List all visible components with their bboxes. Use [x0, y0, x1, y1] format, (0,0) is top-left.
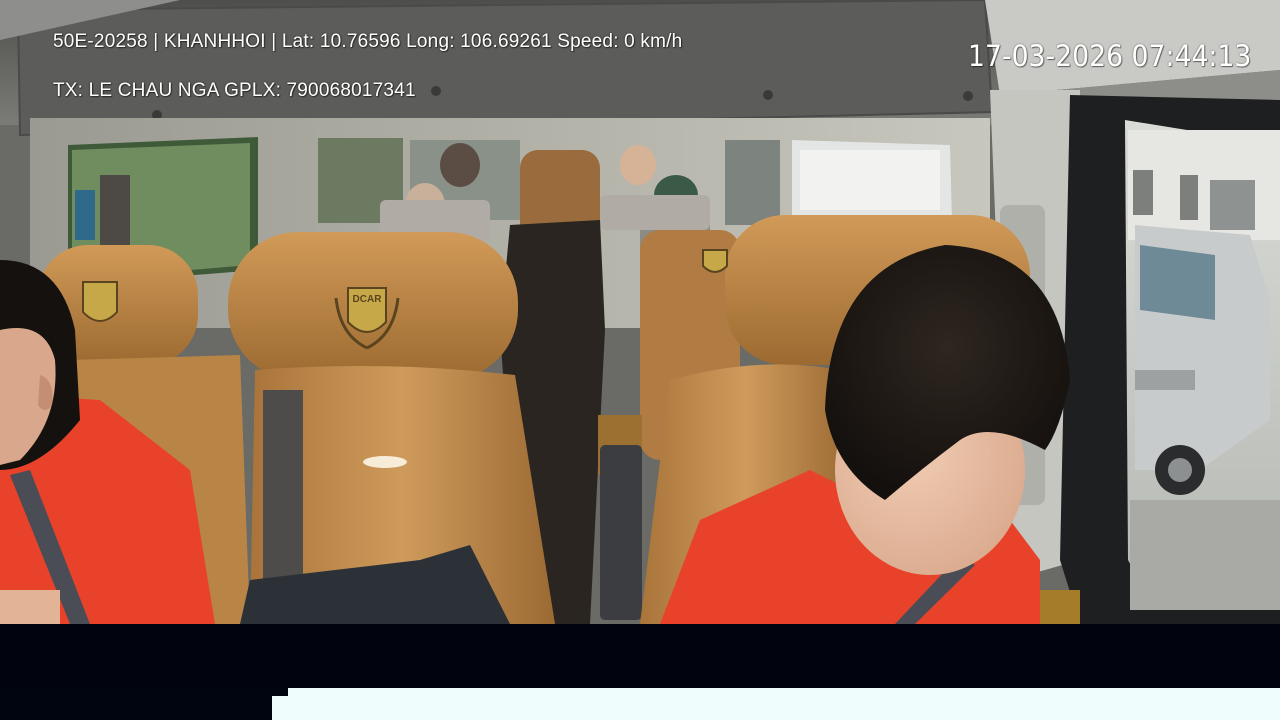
- letterbox-bar: [0, 624, 1280, 688]
- overlay-datetime: 17-03-2026 07:44:13: [968, 39, 1252, 73]
- overlay-driver-info: TX: LE CHAU NGA GPLX: 790068017341: [53, 80, 416, 101]
- dashcam-viewer: DCAR 50E-20258 | KHANHHOI | Lat: 10.7659…: [0, 0, 1280, 720]
- camera-frame: DCAR 50E-20258 | KHANHHOI | Lat: 10.7659…: [0, 0, 1280, 624]
- bottom-strip: [288, 688, 1280, 720]
- overlay-vehicle-info: 50E-20258 | KHANHHOI | Lat: 10.76596 Lon…: [53, 31, 683, 52]
- headrest-logo-text: DCAR: [353, 294, 383, 305]
- headrest-logo-right: [702, 249, 728, 273]
- bottom-strip-dark: [0, 704, 272, 720]
- headrest-logo-left: [82, 281, 118, 322]
- bottom-strip-step: [272, 696, 288, 720]
